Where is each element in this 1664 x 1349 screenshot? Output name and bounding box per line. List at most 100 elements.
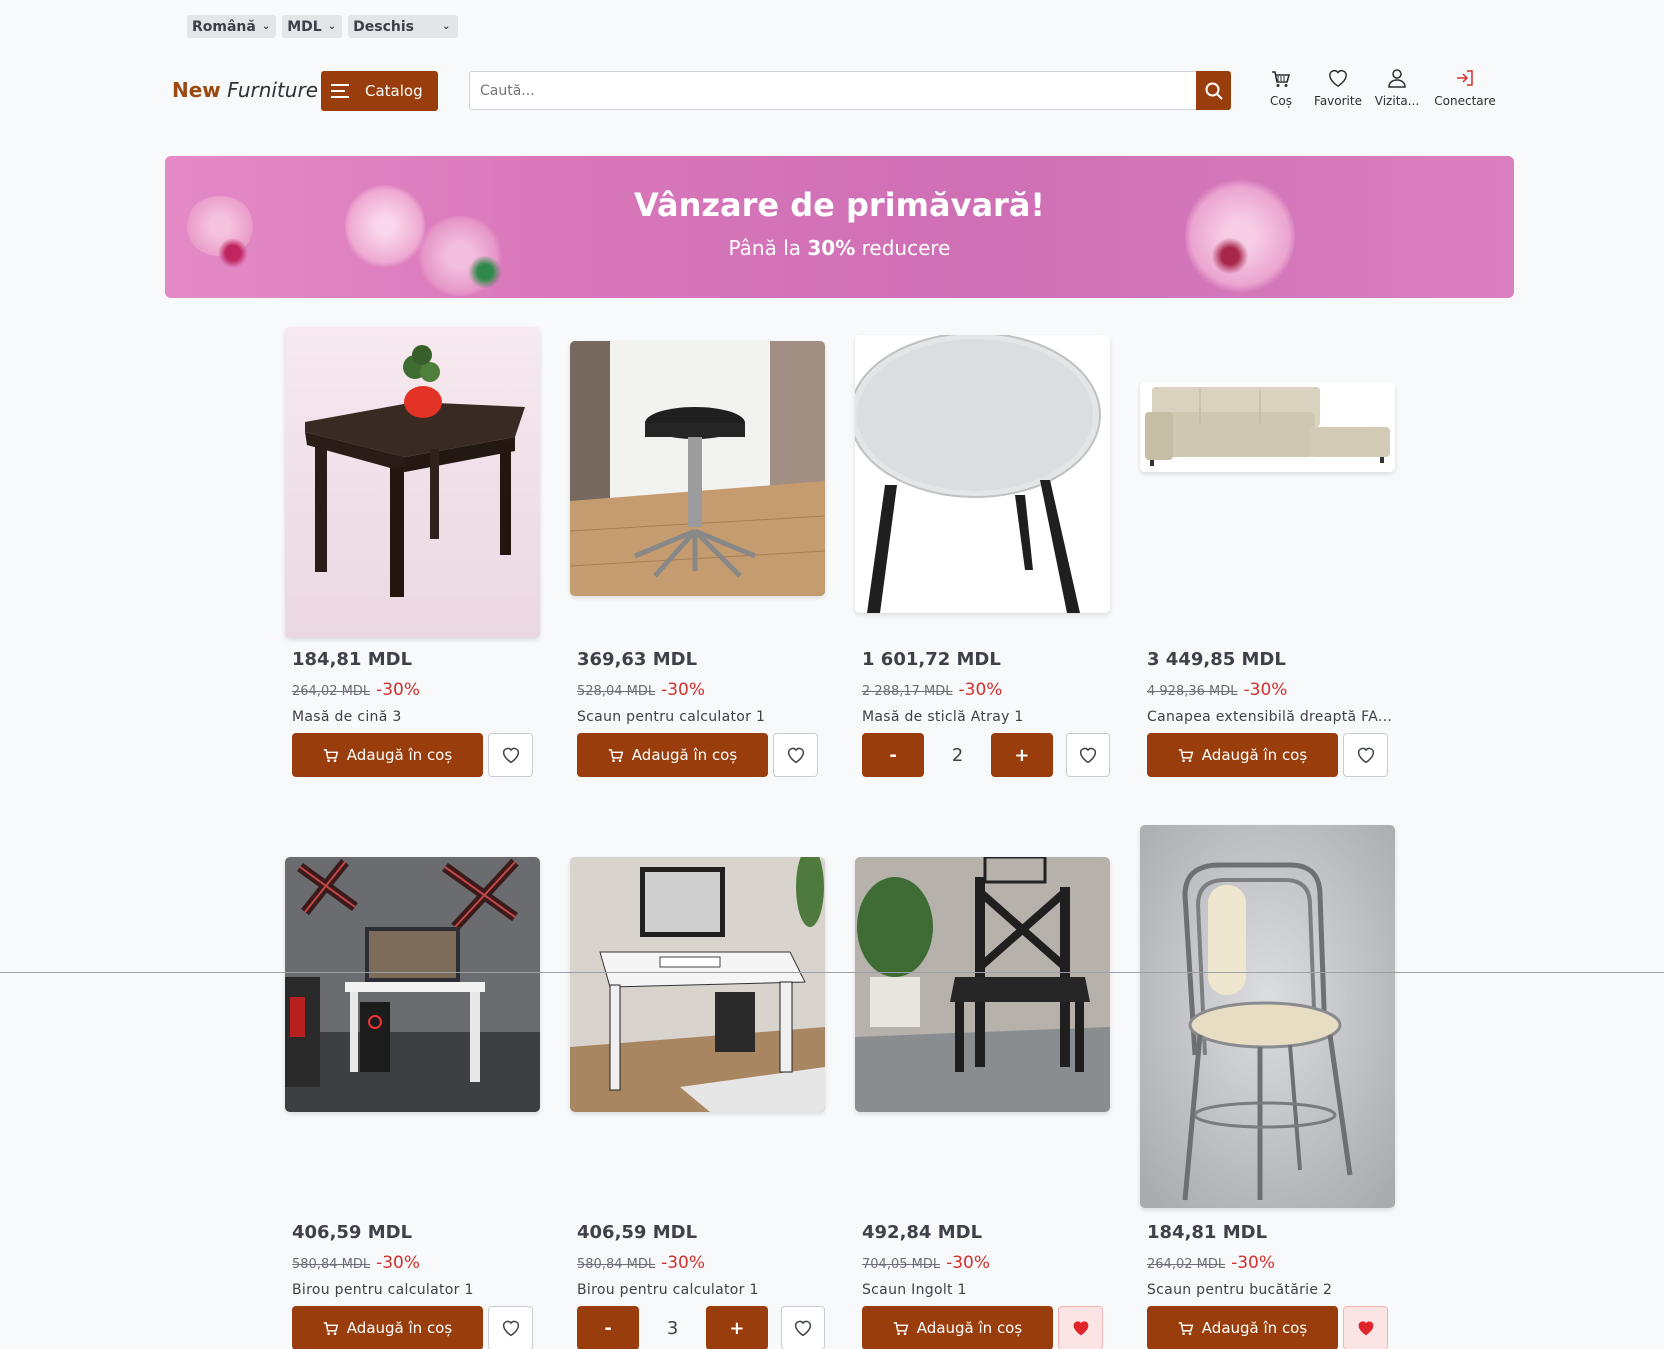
cart-icon <box>1272 71 1291 87</box>
cart-icon <box>1178 1321 1194 1335</box>
divider-line <box>0 972 1664 973</box>
favorites-label: Favorite <box>1314 94 1362 108</box>
add-to-cart-button[interactable]: Adaugă în coș <box>1147 1306 1338 1349</box>
old-price: 2 288,17 MDL <box>862 684 953 699</box>
quantity-value: 2 <box>951 744 964 766</box>
favorite-button[interactable] <box>773 733 818 777</box>
discount-badge: -30% <box>661 1253 706 1273</box>
currency-select[interactable]: MDL ⌄ <box>282 15 343 38</box>
visitor-link[interactable]: Vizita... <box>1372 66 1422 108</box>
cart-icon <box>608 748 624 762</box>
theme-select[interactable]: Deschis ⌄ <box>348 15 459 38</box>
visitor-label: Vizita... <box>1374 94 1420 108</box>
chevron-down-icon: ⌄ <box>327 21 337 32</box>
chevron-down-icon: ⌄ <box>441 21 451 32</box>
login-link[interactable]: Conectare <box>1430 66 1500 108</box>
banner-title: Vânzare de primăvară! <box>634 186 1045 224</box>
add-to-cart-button[interactable]: Adaugă în coș <box>577 733 768 777</box>
quantity-value: 3 <box>666 1317 679 1339</box>
decrease-quantity-button[interactable]: - <box>862 733 925 777</box>
product-price: 406,59 MDL <box>577 1222 698 1243</box>
currency-value: MDL <box>287 18 322 35</box>
logo[interactable]: New Furniture <box>172 78 318 102</box>
login-label: Conectare <box>1434 94 1496 108</box>
product-image[interactable] <box>1140 825 1395 1208</box>
top-settings-bar: Română ⌄ MDL ⌄ Deschis ⌄ <box>187 15 459 38</box>
add-to-cart-label: Adaugă în coș <box>346 746 453 764</box>
add-to-cart-button[interactable]: Adaugă în coș <box>1147 733 1338 777</box>
search-input[interactable] <box>469 71 1231 110</box>
product-image[interactable] <box>570 341 825 596</box>
add-to-cart-button[interactable]: Adaugă în coș <box>292 733 483 777</box>
chair-photo <box>855 857 1110 1112</box>
favorite-button[interactable] <box>1343 1306 1388 1349</box>
product-name[interactable]: Masă de sticlă Atray 1 <box>862 709 1110 725</box>
heart-icon <box>794 1320 812 1337</box>
product-name[interactable]: Masă de cină 3 <box>292 709 540 725</box>
favorite-button[interactable] <box>488 1306 533 1349</box>
favorites-link[interactable]: Favorite <box>1308 66 1368 108</box>
glass-table-photo <box>855 335 1110 613</box>
cart-link[interactable]: Coș <box>1266 66 1296 108</box>
add-to-cart-button[interactable]: Adaugă în coș <box>292 1306 483 1349</box>
product-name[interactable]: Birou pentru calculator 1 <box>577 1282 825 1298</box>
product-price: 184,81 MDL <box>292 649 413 670</box>
heart-icon <box>502 1320 519 1337</box>
language-value: Română <box>192 18 256 35</box>
discount-badge: -30% <box>1231 1253 1276 1273</box>
discount-badge: -30% <box>661 680 706 700</box>
heart-icon <box>1079 747 1097 764</box>
add-to-cart-label: Adaugă în coș <box>916 1319 1023 1337</box>
product-name[interactable]: Canapea extensibilă dreaptă FA... <box>1147 709 1395 725</box>
menu-icon <box>331 84 351 98</box>
product-price: 184,81 MDL <box>1147 1222 1268 1243</box>
search-button[interactable] <box>1196 71 1231 110</box>
favorite-button[interactable] <box>1058 1306 1103 1349</box>
product-name[interactable]: Scaun pentru calculator 1 <box>577 709 825 725</box>
cart-icon <box>893 1321 909 1335</box>
kitchen-chair-photo <box>1140 825 1395 1208</box>
catalog-button[interactable]: Catalog <box>321 71 438 111</box>
add-to-cart-label: Adaugă în coș <box>346 1319 453 1337</box>
heart-icon <box>787 747 804 764</box>
old-price: 580,84 MDL <box>577 1257 656 1272</box>
favorite-button[interactable] <box>781 1306 826 1349</box>
product-image[interactable] <box>855 857 1110 1112</box>
logo-furniture: Furniture <box>227 78 319 102</box>
add-to-cart-label: Adaugă în coș <box>1201 1319 1308 1337</box>
product-name[interactable]: Scaun Ingolt 1 <box>862 1282 1110 1298</box>
add-to-cart-button[interactable]: Adaugă în coș <box>862 1306 1053 1349</box>
banner-subtitle: Până la 30% reducere <box>165 236 1514 260</box>
promo-banner[interactable]: Vânzare de primăvară! Până la 30% reduce… <box>165 156 1514 298</box>
product-price: 369,63 MDL <box>577 649 698 670</box>
heart-icon <box>1357 747 1374 764</box>
discount-badge: -30% <box>958 680 1003 700</box>
product-image[interactable] <box>285 327 540 638</box>
favorite-button[interactable] <box>488 733 533 777</box>
cart-icon <box>1178 748 1194 762</box>
search-icon <box>1205 82 1223 100</box>
discount-badge: -30% <box>376 1253 421 1273</box>
product-name[interactable]: Birou pentru calculator 1 <box>292 1282 540 1298</box>
increase-quantity-button[interactable]: + <box>705 1306 769 1349</box>
add-to-cart-label: Adaugă în coș <box>631 746 738 764</box>
gaming-desk-photo <box>285 857 540 1112</box>
banner-sub-percent: 30% <box>807 236 856 260</box>
heart-filled-icon <box>1358 1321 1373 1336</box>
discount-badge: -30% <box>946 1253 991 1273</box>
heart-icon <box>1329 70 1347 88</box>
increase-quantity-button[interactable]: + <box>990 733 1054 777</box>
language-select[interactable]: Română ⌄ <box>187 15 277 38</box>
cart-icon <box>323 1321 339 1335</box>
favorite-button[interactable] <box>1066 733 1111 777</box>
product-image[interactable] <box>285 857 540 1112</box>
product-image[interactable] <box>1140 382 1395 472</box>
favorite-button[interactable] <box>1343 733 1388 777</box>
product-image[interactable] <box>570 857 825 1112</box>
product-name[interactable]: Scaun pentru bucătărie 2 <box>1147 1282 1395 1298</box>
old-price: 4 928,36 MDL <box>1147 684 1238 699</box>
logo-new: New <box>172 78 221 102</box>
product-price: 406,59 MDL <box>292 1222 413 1243</box>
decrease-quantity-button[interactable]: - <box>577 1306 640 1349</box>
product-image[interactable] <box>855 335 1110 613</box>
